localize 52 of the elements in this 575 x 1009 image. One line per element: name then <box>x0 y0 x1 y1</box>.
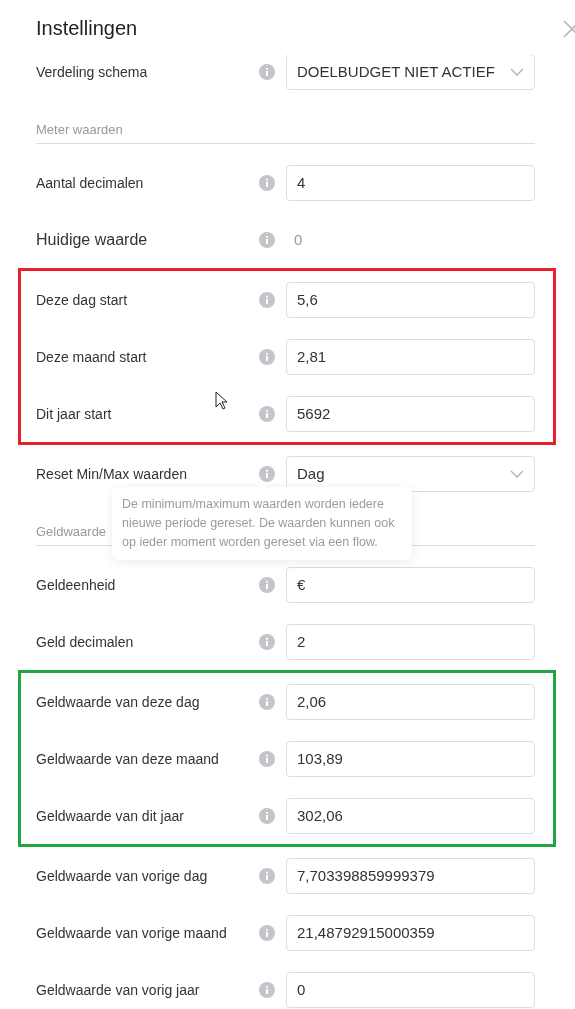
info-icon[interactable] <box>259 576 275 593</box>
input-field[interactable]: 2,81 <box>286 338 535 375</box>
field-label: Dit jaar start <box>36 405 113 422</box>
dialog-title: Instellingen <box>36 17 138 40</box>
input-field[interactable]: 5692 <box>286 395 535 432</box>
info-icon[interactable] <box>259 924 275 941</box>
field-label: Geldwaarde van vorige maand <box>36 924 228 941</box>
cursor-icon <box>215 391 227 410</box>
input-field[interactable]: € <box>286 566 535 603</box>
info-icon[interactable] <box>259 291 275 308</box>
info-icon[interactable] <box>259 807 275 824</box>
field-label: Geldeenheid <box>36 576 117 593</box>
value-text: 0 <box>293 231 303 248</box>
tooltip: De minimum/maximum waarden worden iedere nieuwe periode gereset. De waarden kunnen ook op ieder moment worden gereset via een flow. <box>112 487 412 560</box>
chevron-down-icon <box>510 469 524 478</box>
field-label: Reset Min/Max waarden <box>36 465 188 482</box>
field-label: Geldwaarde van deze dag <box>36 693 201 710</box>
field-label: Geldwaarde van dit jaar <box>36 807 185 824</box>
field-label: Deze dag start <box>36 291 129 308</box>
input-field[interactable]: 302,06 <box>286 797 535 834</box>
field-label: Geldwaarde van deze maand <box>36 750 220 767</box>
field-label: Verdeling schema <box>36 63 149 80</box>
input-field[interactable]: 21,48792915000359 <box>286 914 535 951</box>
input-field[interactable]: 5,6 <box>286 281 535 318</box>
info-icon[interactable] <box>259 465 275 482</box>
field-label: Geldwaarde van vorige dag <box>36 867 209 884</box>
dropdown-field[interactable]: Dag <box>286 455 535 492</box>
info-icon[interactable] <box>259 63 275 80</box>
info-icon[interactable] <box>259 174 275 191</box>
input-field[interactable]: 103,89 <box>286 740 535 777</box>
input-field[interactable]: 0 <box>286 971 535 1008</box>
field-label: Aantal decimalen <box>36 174 145 191</box>
field-label: Geld decimalen <box>36 633 135 650</box>
section-heading: Meter waarden <box>36 122 123 137</box>
input-field[interactable]: 2 <box>286 623 535 660</box>
info-icon[interactable] <box>259 693 275 710</box>
field-label: Huidige waarde <box>36 230 149 249</box>
field-label: Deze maand start <box>36 348 148 365</box>
info-icon[interactable] <box>259 981 275 998</box>
input-field[interactable]: 7,703398859999379 <box>286 857 535 894</box>
info-icon[interactable] <box>259 231 275 248</box>
info-icon[interactable] <box>259 750 275 767</box>
info-icon[interactable] <box>259 348 275 365</box>
info-icon[interactable] <box>259 405 275 422</box>
info-icon[interactable] <box>259 867 275 884</box>
info-icon[interactable] <box>259 633 275 650</box>
chevron-down-icon <box>510 67 524 76</box>
section-heading: Geldwaarde <box>36 524 107 539</box>
input-field[interactable]: 4 <box>286 164 535 201</box>
dropdown-field[interactable]: DOELBUDGET NIET ACTIEF <box>286 55 535 90</box>
input-field[interactable]: 2,06 <box>286 683 535 720</box>
field-label: Geldwaarde van vorig jaar <box>36 981 201 998</box>
